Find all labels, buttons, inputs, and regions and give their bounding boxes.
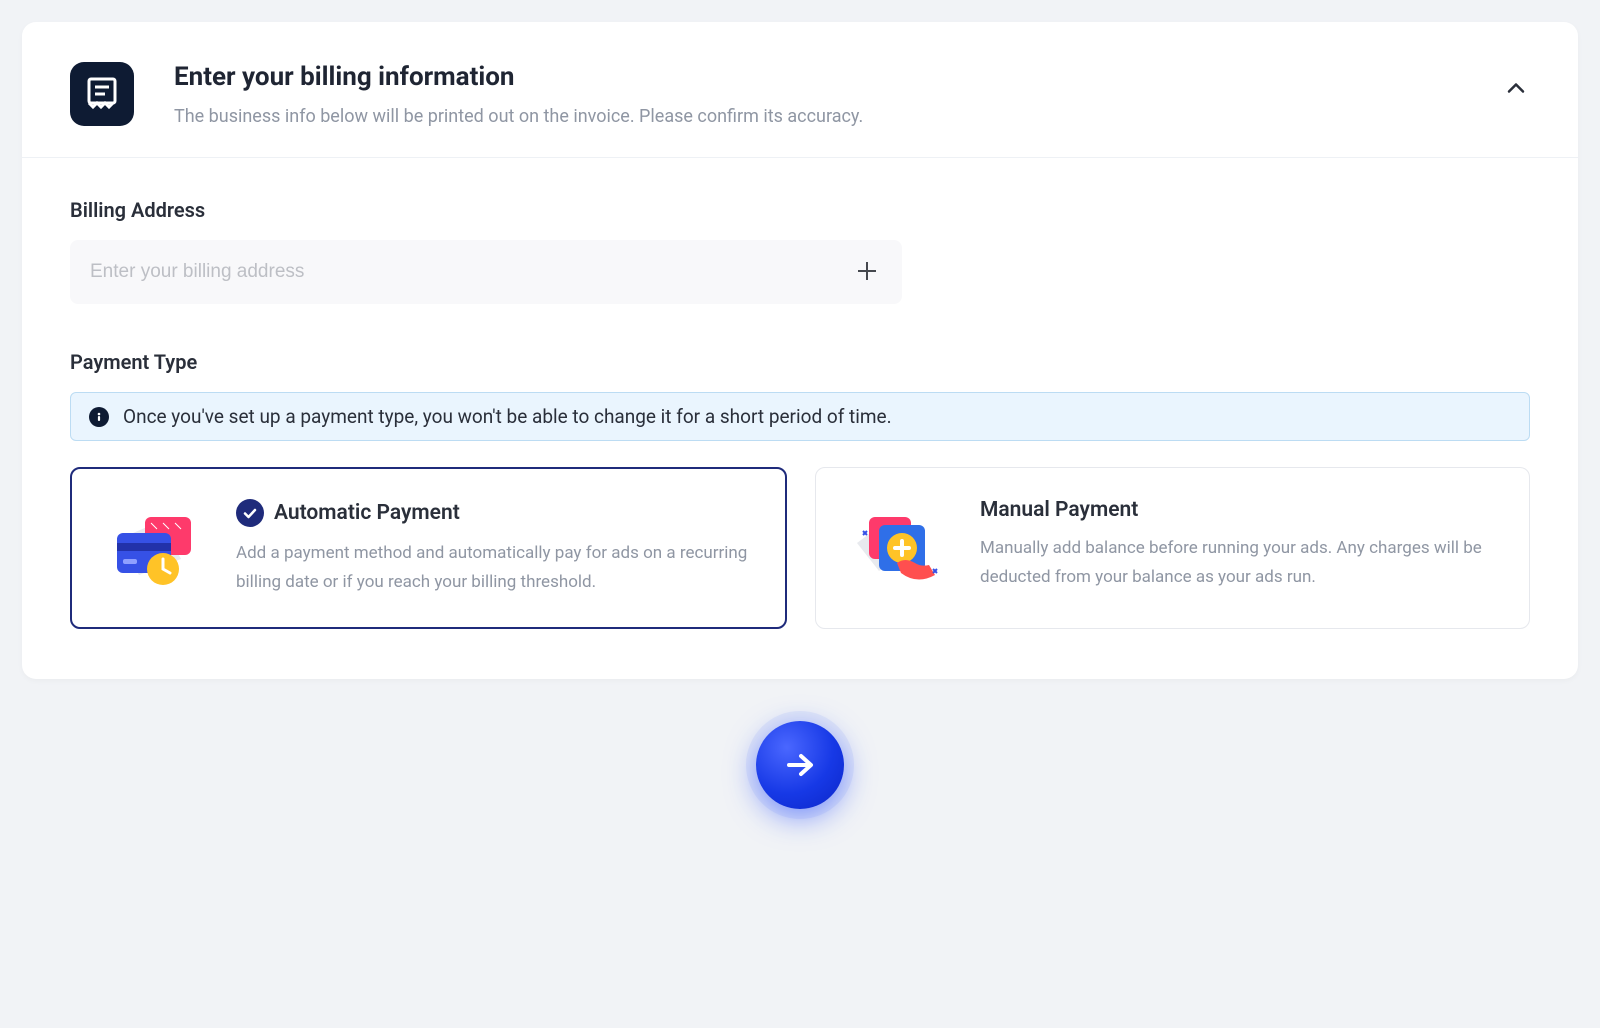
manual-payment-title: Manual Payment xyxy=(980,498,1138,522)
payment-type-label: Payment Type xyxy=(70,350,1530,374)
payment-info-text: Once you've set up a payment type, you w… xyxy=(123,405,892,428)
invoice-icon xyxy=(70,62,134,126)
manual-payment-desc: Manually add balance before running your… xyxy=(980,534,1501,592)
collapse-toggle[interactable] xyxy=(1498,70,1534,109)
payment-option-automatic[interactable]: Automatic Payment Add a payment method a… xyxy=(70,467,787,629)
plus-icon xyxy=(856,260,878,282)
page-title: Enter your billing information xyxy=(174,62,863,92)
header-text: Enter your billing information The busin… xyxy=(174,62,863,127)
automatic-payment-illustration-icon xyxy=(100,499,210,597)
arrow-right-icon xyxy=(781,746,819,784)
chevron-up-icon xyxy=(1504,76,1528,100)
billing-card: Enter your billing information The busin… xyxy=(22,22,1578,679)
card-header: Enter your billing information The busin… xyxy=(22,22,1578,158)
billing-address-input[interactable] xyxy=(90,261,852,283)
selected-check-icon xyxy=(236,499,264,527)
info-icon xyxy=(89,407,109,427)
manual-payment-illustration-icon xyxy=(844,498,954,598)
page-subtitle: The business info below will be printed … xyxy=(174,106,863,127)
next-button-wrap xyxy=(22,721,1578,849)
automatic-payment-desc: Add a payment method and automatically p… xyxy=(236,539,757,597)
payment-option-manual[interactable]: Manual Payment Manually add balance befo… xyxy=(815,467,1530,629)
next-button[interactable] xyxy=(756,721,844,809)
add-address-button[interactable] xyxy=(852,256,882,289)
payment-info-banner: Once you've set up a payment type, you w… xyxy=(70,392,1530,441)
card-content: Billing Address Payment Type Once you've… xyxy=(22,158,1578,679)
automatic-payment-title: Automatic Payment xyxy=(274,501,460,525)
payment-options: Automatic Payment Add a payment method a… xyxy=(70,467,1530,629)
billing-address-row xyxy=(70,240,902,304)
billing-address-label: Billing Address xyxy=(70,198,1530,222)
